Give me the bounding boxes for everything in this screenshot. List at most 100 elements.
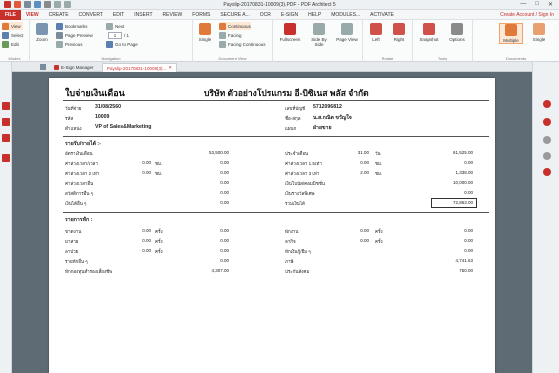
- continuous-button[interactable]: Continuous: [219, 22, 251, 30]
- thumbnails-icon[interactable]: [2, 102, 10, 110]
- deduction-left-amount: 0.00: [220, 238, 229, 243]
- income-right-qty: 2.00: [360, 170, 369, 175]
- income-right-amount: 10,000.00: [452, 180, 473, 185]
- tab-esign-manager[interactable]: E-Sign Manager: [50, 63, 98, 72]
- facing-continuous-icon: [219, 40, 226, 48]
- menu-forms[interactable]: FORMS: [187, 12, 215, 18]
- options-button[interactable]: Options: [445, 23, 469, 42]
- menu-edit[interactable]: EDIT: [108, 12, 129, 18]
- rotate-group: Left Right Rotate: [363, 20, 413, 62]
- page-number-input[interactable]: 1: [108, 31, 122, 39]
- section-rule: [63, 212, 489, 213]
- facing-icon: [219, 31, 226, 39]
- single-document-button[interactable]: Single: [527, 23, 551, 42]
- tools-group: Snapshot Options Tools: [413, 20, 473, 62]
- info-value-right: น.ส.กณิต ขวัญใจ: [313, 115, 352, 121]
- next-button[interactable]: Next: [106, 22, 124, 30]
- info-value: 31/08/2560: [95, 104, 121, 110]
- pdf-page: ใบจ่ายเงินเดือน บริษัท ตัวอย่างโปรแกรม อ…: [49, 78, 495, 373]
- income-right-qty: 31.00: [357, 150, 369, 155]
- income-right-unit: ชม.: [375, 161, 383, 166]
- users-icon[interactable]: [543, 118, 551, 126]
- income-right-label: เงินรางวัลพิเศษ: [285, 191, 315, 196]
- magnifier-icon: [36, 23, 48, 35]
- menu-convert[interactable]: CONVERT: [74, 12, 108, 18]
- income-left-amount: 0.00: [220, 160, 229, 165]
- menu-esign[interactable]: E-SIGN: [276, 12, 303, 18]
- facing-button[interactable]: Facing: [219, 31, 242, 39]
- info-label: วันที่จ่าย: [65, 106, 82, 111]
- minimize-button[interactable]: —: [520, 1, 526, 8]
- menu-ocr[interactable]: OCR: [255, 12, 276, 18]
- income-right-label: ค่าล่วงเวลา 3 เท่า: [285, 171, 320, 176]
- menu-secure[interactable]: SECURE A...: [215, 12, 254, 18]
- attachments-icon[interactable]: [2, 154, 10, 162]
- maximize-button[interactable]: □: [535, 1, 539, 8]
- view-mode-button[interactable]: View: [2, 22, 23, 30]
- stamp-icon[interactable]: [543, 168, 551, 176]
- menu-create[interactable]: CREATE: [44, 12, 74, 18]
- facing-continuous-button[interactable]: Facing Continuous: [219, 40, 266, 48]
- cursor-icon: [2, 31, 9, 39]
- home-tab-icon[interactable]: [40, 64, 46, 70]
- side-by-side-button[interactable]: Side By Side: [307, 23, 331, 47]
- deduction-right-qty: 0.00: [360, 238, 369, 243]
- deduction-right-amount: 0.00: [464, 238, 473, 243]
- tab-payslip-document[interactable]: Payslip-20170831-10009(3)... ✕: [102, 63, 178, 72]
- info-label-right: เลขที่บัญชี: [285, 106, 306, 111]
- link-icon[interactable]: [543, 152, 551, 160]
- menu-file[interactable]: FILE: [0, 9, 21, 20]
- menu-bar: FILE VIEW CREATE CONVERT EDIT INSERT REV…: [0, 9, 559, 20]
- income-right-amount: 0.00: [464, 190, 473, 195]
- go-to-page-button[interactable]: Go to Page: [106, 40, 138, 48]
- income-left-label: ค่าล่วงเวลาอื่น: [65, 181, 94, 186]
- income-right-label: เงินโบนัส/คอมมิชชั่น: [285, 181, 325, 186]
- pencil-icon: [2, 40, 9, 48]
- page-preview-button[interactable]: Page Preview: [56, 31, 93, 39]
- snapshot-button[interactable]: Snapshot: [417, 23, 441, 42]
- deduction-left-label: หักกองทุนสำรองเลี้ยงชีพ: [65, 269, 113, 274]
- multiple-documents-button[interactable]: Multiple: [499, 23, 523, 44]
- menu-review[interactable]: REVIEW: [158, 12, 188, 18]
- income-right-unit: ชม.: [375, 171, 383, 176]
- menu-modules[interactable]: MODULES...: [326, 12, 365, 18]
- deduction-left-label: ลาป่วย: [65, 249, 79, 254]
- view-options-group: Fullscreen Side By Side Page View: [273, 20, 363, 62]
- page-view-button[interactable]: Page View: [335, 23, 359, 42]
- deduction-right-label: ภาษี: [285, 259, 294, 264]
- income-right-qty: 0.00: [360, 160, 369, 165]
- rotate-left-button[interactable]: Left: [366, 23, 386, 42]
- menu-help[interactable]: HELP: [303, 12, 326, 18]
- deduction-left-qty: 0.00: [142, 238, 151, 243]
- single-page-button[interactable]: Single: [195, 23, 215, 42]
- previous-button[interactable]: Previous: [56, 40, 83, 48]
- rotate-right-button[interactable]: Right: [389, 23, 409, 42]
- total-income-box: [431, 198, 477, 208]
- deduction-right-amount: 0.00: [464, 248, 473, 253]
- bookmarks-button[interactable]: Bookmarks: [56, 22, 88, 30]
- menu-insert[interactable]: INSERT: [129, 12, 157, 18]
- deduction-left-unit: ครั้ง: [155, 249, 163, 254]
- select-mode-button[interactable]: Select: [2, 31, 24, 39]
- close-tab-icon[interactable]: ✕: [168, 65, 172, 71]
- close-window-button[interactable]: ✕: [548, 1, 553, 8]
- tools-panel-icon[interactable]: [543, 100, 551, 108]
- menu-view[interactable]: VIEW: [21, 12, 44, 18]
- zoom-button[interactable]: Zoom: [32, 23, 52, 42]
- layers-icon[interactable]: [2, 134, 10, 142]
- fullscreen-button[interactable]: Fullscreen: [277, 23, 303, 42]
- esign-icon: [54, 65, 59, 70]
- documents-group: Multiple Single Documents: [473, 20, 559, 62]
- bookmark-icon: [56, 22, 63, 30]
- bookmarks-panel-icon[interactable]: [2, 118, 10, 126]
- menu-activate[interactable]: ACTIVATE: [365, 12, 399, 18]
- deduction-left-unit: ครั้ง: [155, 239, 163, 244]
- arrow-up-icon: [56, 40, 63, 48]
- multiple-docs-icon: [505, 24, 517, 36]
- create-account-link[interactable]: Create Account / Sign In: [500, 12, 554, 18]
- edit-mode-button[interactable]: Edit: [2, 40, 19, 48]
- comments-icon[interactable]: [543, 136, 551, 144]
- income-header: รายรับ/รายได้ :-: [65, 141, 101, 147]
- deduction-right-amount: 750.00: [459, 268, 473, 273]
- right-sidebar: [532, 62, 559, 373]
